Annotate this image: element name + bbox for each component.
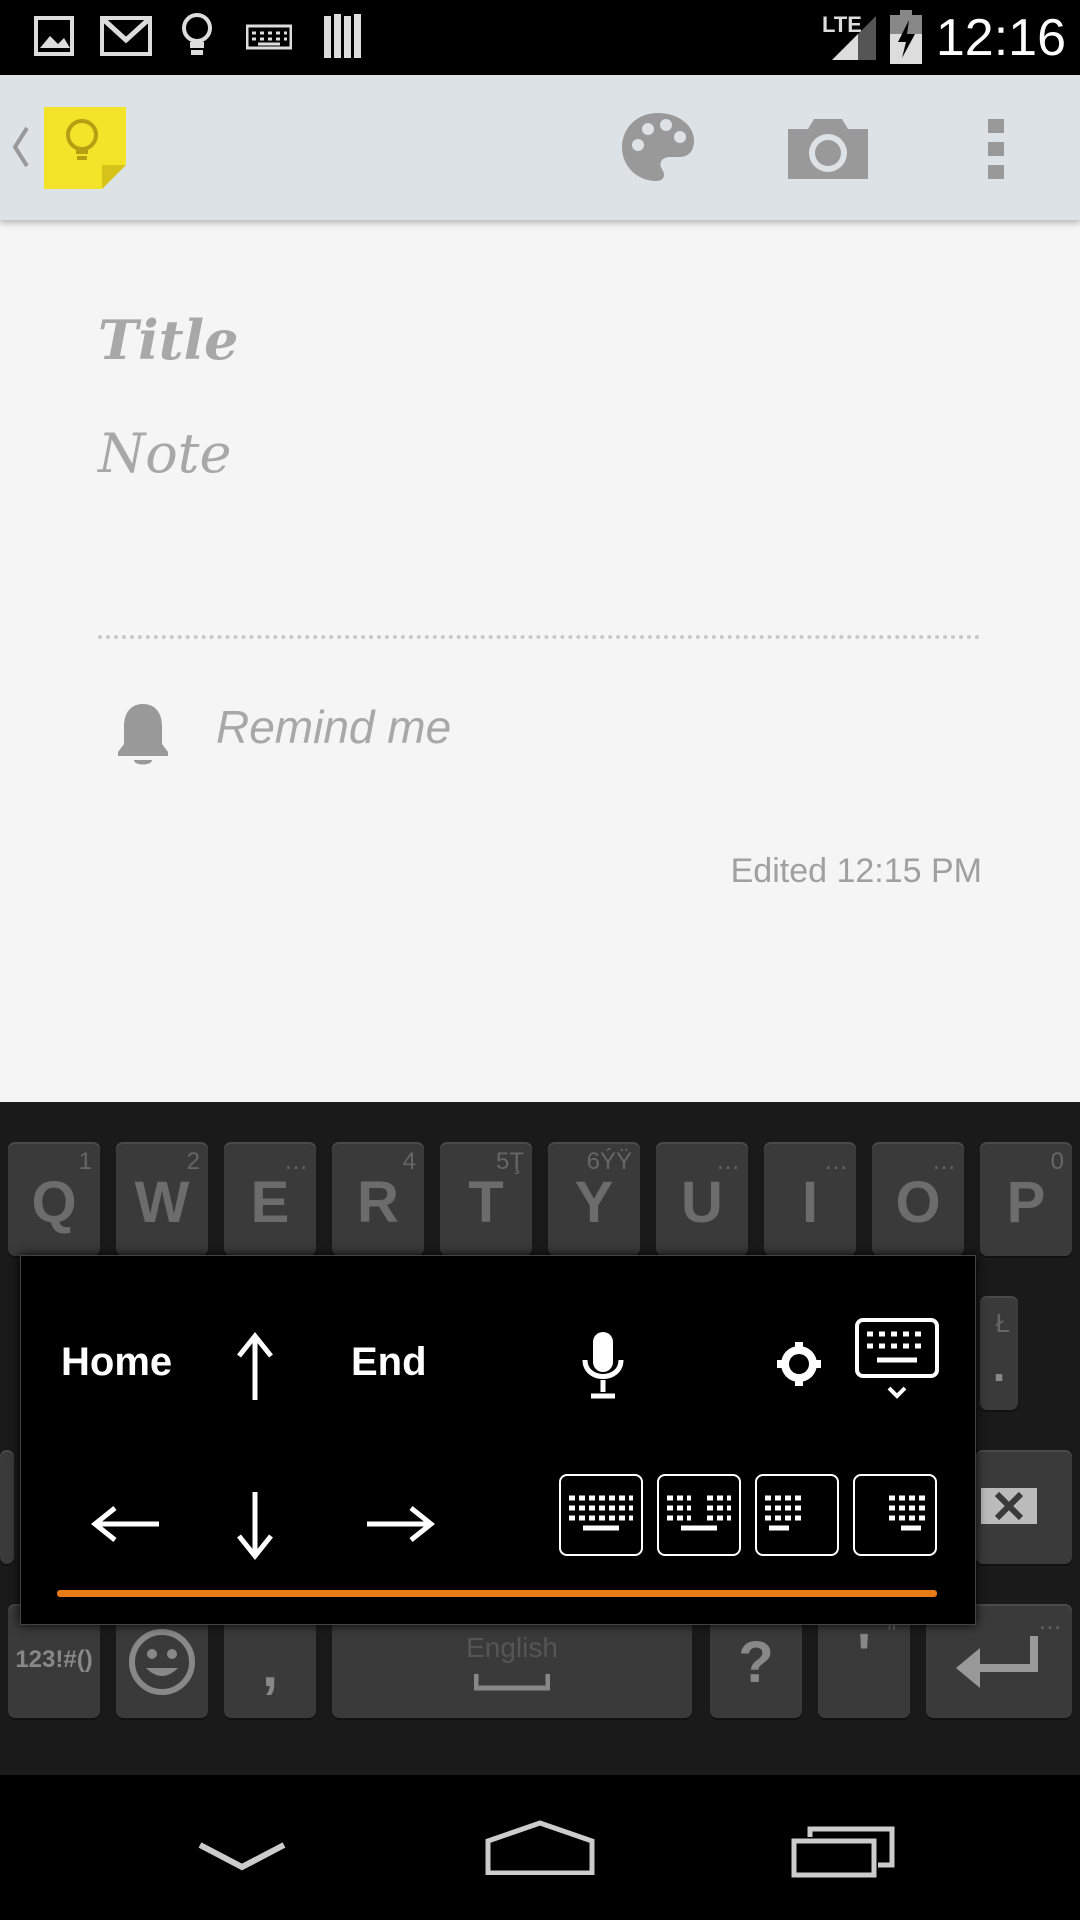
end-key[interactable]: End <box>351 1340 427 1385</box>
key-shift-peek[interactable] <box>0 1450 14 1564</box>
key-l-peek[interactable]: Ł . <box>980 1296 1018 1410</box>
full-keyboard-icon <box>569 1495 633 1531</box>
key-label: P <box>1006 1170 1046 1235</box>
backspace-icon <box>981 1488 1037 1524</box>
navigation-bar <box>0 1775 1080 1920</box>
overflow-menu-icon[interactable] <box>986 117 1006 181</box>
title-input[interactable]: Title <box>98 308 239 372</box>
library-icon <box>324 14 361 58</box>
split-keyboard-button[interactable] <box>657 1474 741 1556</box>
split-keyboard-icon <box>667 1495 731 1531</box>
key-r[interactable]: 4R <box>332 1142 424 1256</box>
divider <box>98 635 980 639</box>
key-label: T <box>468 1170 504 1235</box>
key-y[interactable]: 6ÝŸ Y <box>548 1142 640 1256</box>
backspace-key[interactable] <box>976 1450 1072 1564</box>
battery-charging-icon <box>890 10 922 64</box>
popup-accent-bar <box>57 1590 937 1597</box>
key-label: Y <box>574 1170 614 1235</box>
microphone-icon[interactable] <box>581 1330 625 1400</box>
right-keyboard-button[interactable] <box>853 1474 937 1556</box>
arrow-up-icon[interactable] <box>235 1332 275 1402</box>
note-editor: Title Note Remind me Edited 12:15 PM <box>0 220 1080 1102</box>
left-keyboard-icon <box>765 1495 801 1531</box>
right-keyboard-icon <box>889 1495 925 1531</box>
bell-icon <box>118 704 168 765</box>
key-q[interactable]: 1Q <box>8 1142 100 1256</box>
clock: 12:16 <box>935 9 1066 67</box>
status-bar: LTE 12:16 <box>0 0 1080 75</box>
key-label: Q <box>31 1170 77 1235</box>
key-label: O <box>895 1170 941 1235</box>
key-label: W <box>134 1170 190 1235</box>
gmail-icon <box>100 16 152 56</box>
key-label: , <box>261 1634 279 1699</box>
keyboard-tools-popup: Home End <box>20 1255 976 1625</box>
gallery-icon <box>34 16 74 56</box>
key-label: I <box>801 1170 819 1235</box>
arrow-right-icon[interactable] <box>365 1504 435 1544</box>
left-keyboard-button[interactable] <box>755 1474 839 1556</box>
key-t[interactable]: 5Ţ T <box>440 1142 532 1256</box>
enter-icon <box>956 1636 1038 1688</box>
key-e[interactable]: … E <box>224 1142 316 1256</box>
up-navigation-button[interactable] <box>0 75 140 220</box>
signal-icon <box>832 16 876 60</box>
key-label: . <box>992 1339 1006 1391</box>
space-bar-icon <box>474 1674 550 1691</box>
key-label: ' <box>857 1622 871 1687</box>
hide-keyboard-icon[interactable] <box>855 1318 939 1404</box>
key-label: E <box>250 1170 290 1235</box>
key-w[interactable]: 2W <box>116 1142 208 1256</box>
remind-me-button[interactable]: Remind me <box>98 690 798 780</box>
key-o[interactable]: … O <box>872 1142 964 1256</box>
key-hint: … <box>1038 1608 1062 1635</box>
edited-timestamp: Edited 12:15 PM <box>730 852 982 890</box>
key-label: 123!#() <box>15 1646 93 1673</box>
action-bar <box>0 75 1080 220</box>
key-label: R <box>357 1170 399 1235</box>
arrow-left-icon[interactable] <box>91 1504 161 1544</box>
key-label: ? <box>738 1630 774 1695</box>
key-label: U <box>681 1170 723 1235</box>
back-chevron-icon <box>12 126 29 168</box>
language-label: English <box>466 1632 558 1663</box>
nav-recents-icon[interactable] <box>790 1825 896 1879</box>
full-keyboard-button[interactable] <box>559 1474 643 1556</box>
note-input[interactable]: Note <box>98 422 231 485</box>
palette-icon[interactable] <box>620 111 696 183</box>
keep-bulb-icon <box>182 13 212 55</box>
key-i[interactable]: … I <box>764 1142 856 1256</box>
nav-home-icon[interactable] <box>484 1819 596 1875</box>
remind-me-label: Remind me <box>216 701 452 753</box>
camera-icon[interactable] <box>788 117 868 179</box>
key-hint: Ł <box>995 1308 1010 1338</box>
settings-icon[interactable] <box>775 1340 823 1388</box>
keep-app-icon <box>44 107 126 189</box>
arrow-down-icon[interactable] <box>235 1490 275 1560</box>
key-p[interactable]: 0P <box>980 1142 1072 1256</box>
key-u[interactable]: … U <box>656 1142 748 1256</box>
smiley-icon <box>129 1629 195 1695</box>
home-key[interactable]: Home <box>61 1340 172 1385</box>
keyboard-icon <box>246 24 292 50</box>
nav-back-icon[interactable] <box>196 1837 288 1871</box>
